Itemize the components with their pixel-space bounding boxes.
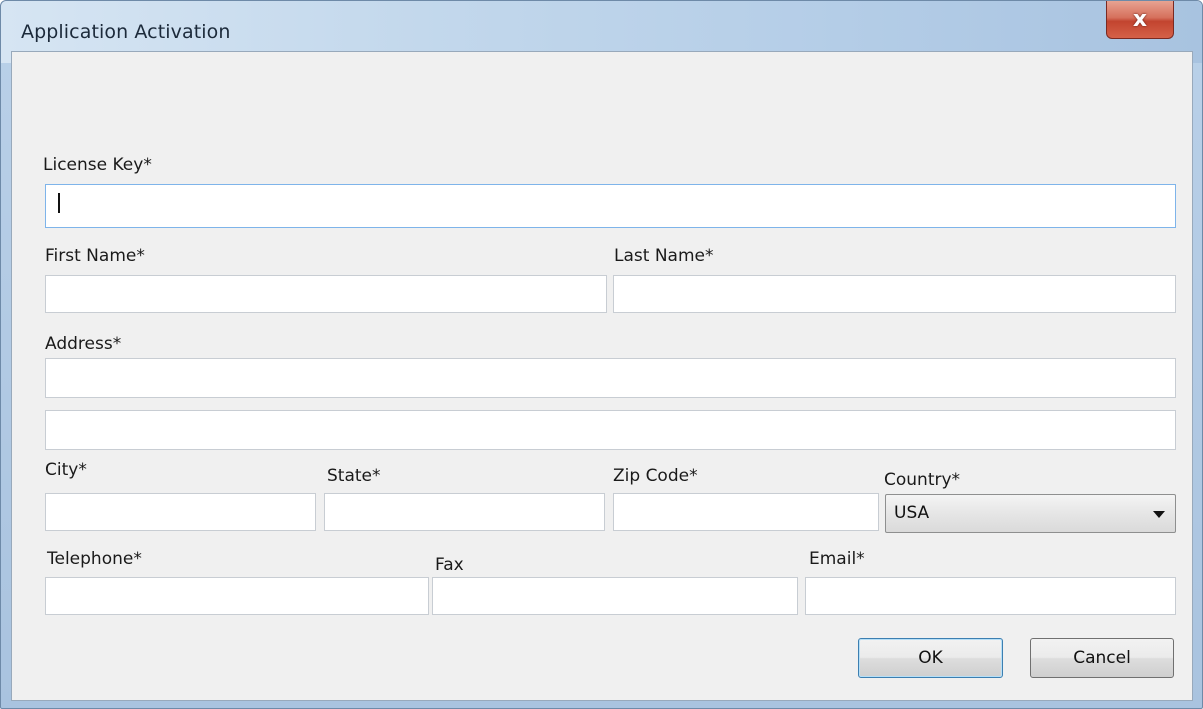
zip-code-input[interactable]: [613, 493, 879, 531]
text-caret: [58, 193, 60, 213]
close-icon: x: [1132, 6, 1148, 32]
city-input[interactable]: [45, 493, 316, 531]
state-label: State*: [327, 466, 381, 486]
last-name-label: Last Name*: [614, 246, 714, 266]
close-button[interactable]: x: [1106, 1, 1174, 39]
chevron-down-icon: [1153, 511, 1165, 518]
country-selected-value: USA: [894, 503, 930, 523]
first-name-label: First Name*: [45, 246, 145, 266]
last-name-input[interactable]: [613, 275, 1176, 313]
cancel-button[interactable]: Cancel: [1030, 638, 1174, 678]
country-label: Country*: [884, 470, 961, 490]
license-key-input[interactable]: [45, 184, 1176, 228]
form-panel: License Key* First Name* Last Name* Addr…: [11, 51, 1193, 701]
zip-code-label: Zip Code*: [613, 466, 698, 486]
city-label: City*: [45, 460, 87, 480]
address-line1-input[interactable]: [45, 358, 1176, 398]
country-select[interactable]: USA: [885, 494, 1176, 533]
fax-input[interactable]: [432, 577, 798, 615]
email-label: Email*: [809, 549, 865, 569]
email-input[interactable]: [805, 577, 1176, 615]
window-title: Application Activation: [21, 21, 231, 43]
first-name-input[interactable]: [45, 275, 607, 313]
state-input[interactable]: [324, 493, 605, 531]
license-key-label: License Key*: [43, 155, 152, 175]
address-label: Address*: [45, 334, 122, 354]
fax-label: Fax: [435, 555, 464, 575]
activation-dialog: Application Activation x License Key* Fi…: [0, 0, 1203, 709]
ok-button[interactable]: OK: [858, 638, 1003, 678]
telephone-label: Telephone*: [47, 549, 142, 569]
telephone-input[interactable]: [45, 577, 429, 615]
address-line2-input[interactable]: [45, 410, 1176, 450]
